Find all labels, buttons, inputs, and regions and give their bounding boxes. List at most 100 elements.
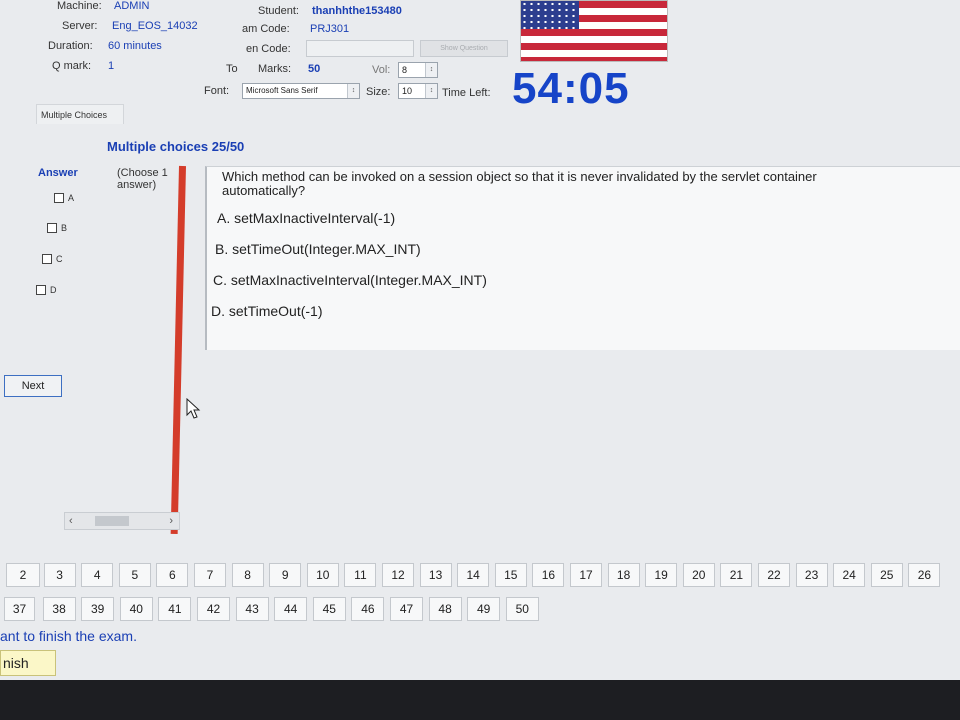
checkbox-a-label: A <box>68 193 75 203</box>
monitor-bezel <box>0 680 960 720</box>
question-nav-button[interactable]: 11 <box>344 563 377 587</box>
question-nav-button[interactable]: 10 <box>306 563 339 587</box>
checkbox-d-label: D <box>50 285 57 295</box>
size-spinner[interactable]: 10 ↕ <box>398 83 438 99</box>
open-code-input[interactable] <box>306 40 414 57</box>
question-nav-button[interactable]: 18 <box>607 563 640 587</box>
checkbox-b[interactable] <box>47 223 57 233</box>
student-value: thanhhthe153480 <box>312 5 402 17</box>
total-marks-value: 50 <box>308 63 321 75</box>
question-nav-button[interactable]: 50 <box>505 597 539 621</box>
question-nav-button[interactable]: 38 <box>42 597 76 621</box>
question-nav-button[interactable]: 6 <box>156 563 189 587</box>
question-nav-button[interactable]: 40 <box>119 597 153 621</box>
question-nav-button[interactable]: 39 <box>81 597 115 621</box>
question-nav-button[interactable]: 44 <box>274 597 308 621</box>
open-code-label: en Code: <box>246 43 291 55</box>
checkbox-c[interactable] <box>42 254 52 264</box>
question-nav-button[interactable]: 41 <box>158 597 192 621</box>
vol-value: 8 <box>402 65 408 75</box>
duration-label: Duration: <box>48 40 93 52</box>
question-nav-button[interactable]: 15 <box>494 563 527 587</box>
splitter-bar[interactable] <box>170 165 186 534</box>
total-marks-label: Marks: <box>258 63 291 75</box>
size-label: Size: <box>366 86 391 98</box>
question-text: Which method can be invoked on a session… <box>222 169 817 198</box>
student-label: Student: <box>258 5 299 17</box>
qmark-label: Q mark: <box>52 60 92 72</box>
us-flag-icon <box>520 0 668 62</box>
server-value: Eng_EOS_14032 <box>112 20 198 32</box>
mouse-cursor-icon <box>186 398 201 419</box>
font-label: Font: <box>204 85 230 97</box>
flag-canton <box>521 1 579 29</box>
question-nav-button[interactable]: 17 <box>570 563 602 587</box>
question-nav-button[interactable]: 5 <box>118 563 151 587</box>
horizontal-scrollbar[interactable]: ‹ › <box>64 512 180 530</box>
question-nav-button[interactable]: 47 <box>390 597 423 621</box>
time-left-label: Time Left: <box>442 87 491 99</box>
question-nav-button[interactable]: 22 <box>758 563 790 587</box>
checkbox-a[interactable] <box>54 193 64 203</box>
question-nav-button[interactable]: 43 <box>235 597 269 621</box>
question-nav-button[interactable]: 14 <box>457 563 490 587</box>
finish-button[interactable]: nish <box>0 650 56 676</box>
next-button[interactable]: Next <box>4 375 62 397</box>
question-nav-button[interactable]: 23 <box>795 563 828 587</box>
checkbox-b-label: B <box>61 223 68 233</box>
option-d: D. setTimeOut(-1) <box>211 303 323 319</box>
vol-spinner[interactable]: 8 ↕ <box>398 62 438 78</box>
question-nav-button[interactable]: 42 <box>197 597 230 621</box>
show-question-button[interactable]: Show Question <box>420 40 508 57</box>
total-marks-prefix: To <box>226 63 238 75</box>
question-nav-button[interactable]: 21 <box>720 563 753 587</box>
spinner-arrows-icon[interactable]: ↕ <box>347 84 359 98</box>
machine-value: ADMIN <box>114 0 150 12</box>
question-nav-button[interactable]: 8 <box>231 563 264 587</box>
question-nav-button[interactable]: 37 <box>4 597 35 621</box>
time-left-value: 54:05 <box>512 64 630 113</box>
question-nav-button[interactable]: 9 <box>269 563 302 587</box>
question-nav-button[interactable]: 49 <box>467 597 501 621</box>
question-nav-button[interactable]: 16 <box>532 563 565 587</box>
question-nav-button[interactable]: 3 <box>43 563 76 587</box>
option-b: B. setTimeOut(Integer.MAX_INT) <box>215 241 421 257</box>
question-nav-button[interactable]: 46 <box>351 597 385 621</box>
question-nav-button[interactable]: 13 <box>419 563 452 587</box>
checkbox-c-label: C <box>56 254 63 264</box>
vol-label: Vol: <box>372 64 391 76</box>
spinner-arrows-icon[interactable]: ↕ <box>425 63 437 77</box>
option-a: A. setMaxInactiveInterval(-1) <box>217 210 396 226</box>
size-value: 10 <box>402 86 413 96</box>
spinner-arrows-icon[interactable]: ↕ <box>425 84 437 98</box>
section-title: Multiple choices 25/50 <box>107 139 245 154</box>
question-nav-button[interactable]: 25 <box>870 563 903 587</box>
machine-label: Machine: <box>57 0 102 12</box>
question-nav-button[interactable]: 2 <box>6 563 40 587</box>
question-nav-button[interactable]: 12 <box>382 563 414 587</box>
answer-header: Answer <box>38 167 78 179</box>
question-nav-button[interactable]: 24 <box>833 563 866 587</box>
tab-multiple-choices[interactable]: Multiple Choices <box>36 104 124 124</box>
option-c: C. setMaxInactiveInterval(Integer.MAX_IN… <box>213 272 487 288</box>
font-select[interactable]: Microsoft Sans Serif ↕ <box>242 83 360 99</box>
duration-value: 60 minutes <box>108 40 162 52</box>
question-nav-button[interactable]: 4 <box>81 563 114 587</box>
font-value: Microsoft Sans Serif <box>246 86 318 95</box>
question-nav-button[interactable]: 20 <box>682 563 715 587</box>
checkbox-d[interactable] <box>36 285 46 295</box>
chevron-left-icon[interactable]: ‹ <box>69 515 73 527</box>
server-label: Server: <box>62 20 98 32</box>
qmark-value: 1 <box>108 60 115 72</box>
question-nav-button[interactable]: 48 <box>428 597 462 621</box>
choose-hint: (Choose 1 answer) <box>117 167 168 191</box>
scroll-thumb[interactable] <box>95 516 129 526</box>
chevron-right-icon[interactable]: › <box>169 515 173 527</box>
question-nav-button[interactable]: 45 <box>312 597 346 621</box>
exam-code-value: PRJ301 <box>310 23 350 35</box>
finish-note: ant to finish the exam. <box>0 628 137 644</box>
question-nav-button[interactable]: 26 <box>908 563 941 587</box>
exam-code-label: am Code: <box>242 23 290 35</box>
question-nav-button[interactable]: 19 <box>645 563 678 587</box>
question-nav-button[interactable]: 7 <box>194 563 226 587</box>
